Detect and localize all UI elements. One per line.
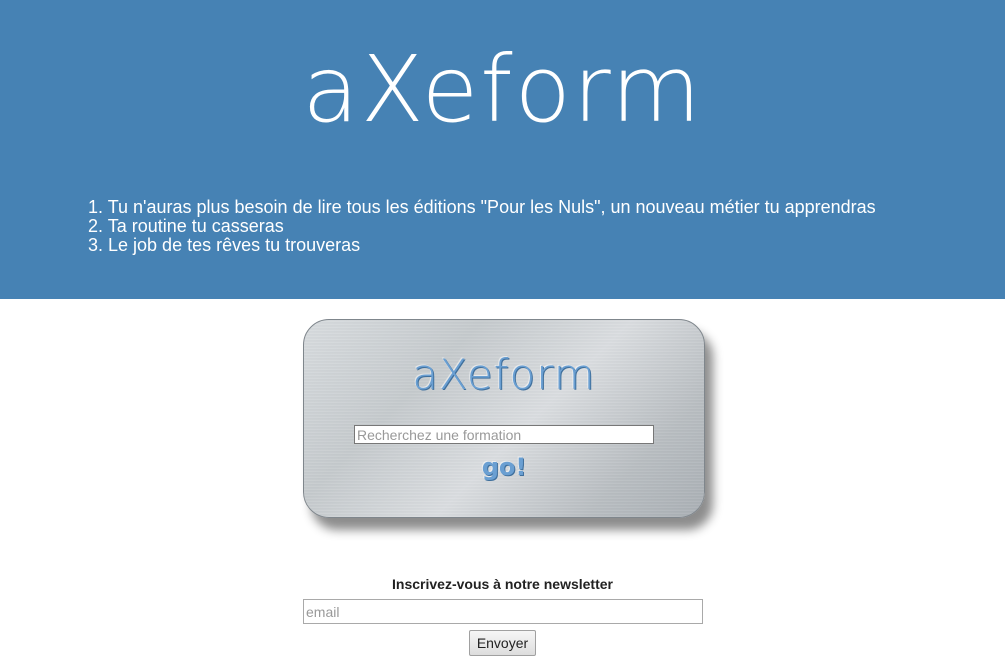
search-card: aXeform go! — [303, 319, 705, 518]
hero-banner: aXeform 1. Tu n'auras plus besoin de lir… — [0, 0, 1005, 299]
email-field[interactable] — [303, 599, 703, 624]
promise-item: 3. Le job de tes rêves tu trouveras — [88, 235, 361, 255]
send-button[interactable]: Envoyer — [469, 630, 536, 656]
hero-logo: aXeform — [302, 36, 703, 143]
promises-list: 1. Tu n'auras plus besoin de lire tous l… — [88, 198, 876, 255]
promise-item: 1. Tu n'auras plus besoin de lire tous l… — [88, 197, 876, 217]
card-logo: aXeform — [412, 350, 596, 399]
newsletter-title: Inscrivez-vous à notre newsletter — [392, 576, 613, 592]
promise-item: 2. Ta routine tu casseras — [88, 216, 284, 236]
go-button[interactable]: go! — [474, 452, 534, 482]
formation-search-input[interactable] — [354, 425, 654, 444]
